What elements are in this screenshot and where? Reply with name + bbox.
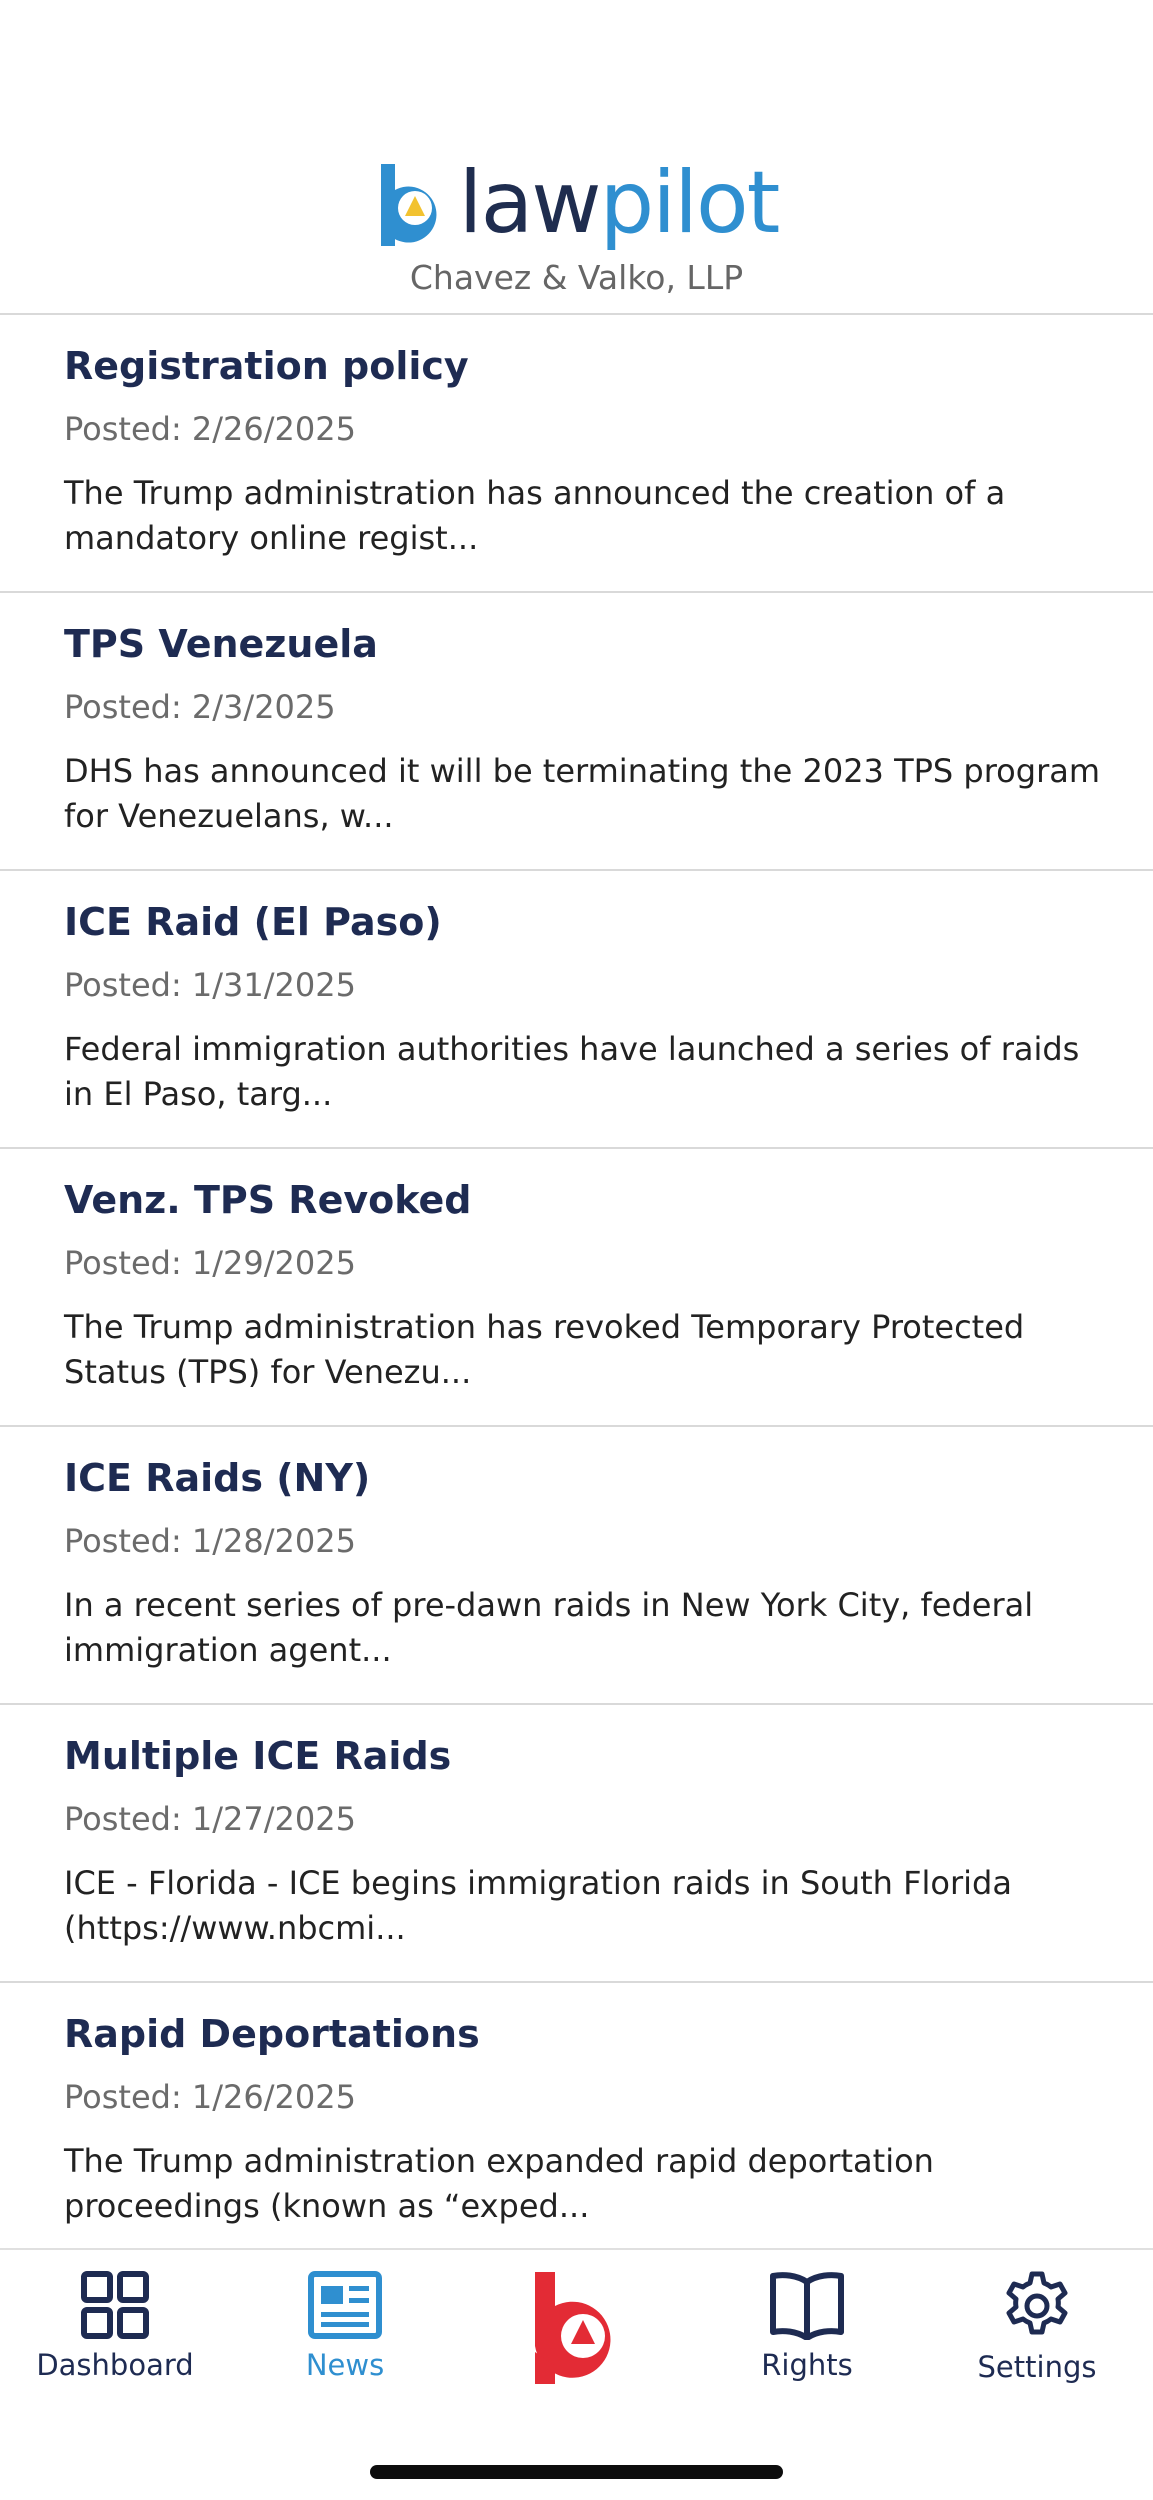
news-item[interactable]: TPS Venezuela Posted: 2/3/2025 DHS has a… — [0, 593, 1153, 871]
tab-dashboard[interactable]: Dashboard — [15, 2270, 215, 2382]
news-item-title: Rapid Deportations — [64, 2012, 480, 2056]
book-icon — [770, 2272, 844, 2340]
lawpilot-logo-icon — [380, 164, 437, 246]
tab-settings[interactable]: Settings — [937, 2270, 1137, 2384]
news-item-title: Multiple ICE Raids — [64, 1734, 452, 1778]
news-item-excerpt: The Trump administration has announced t… — [64, 474, 1006, 557]
news-item[interactable]: ICE Raid (El Paso) Posted: 1/31/2025 Fed… — [0, 871, 1153, 1149]
news-item-date: Posted: 1/29/2025 — [64, 1244, 356, 1282]
tab-news-label: News — [305, 2348, 385, 2382]
news-item-excerpt: ICE - Florida - ICE begins immigration r… — [64, 1864, 1012, 1947]
tab-rights-label: Rights — [761, 2348, 853, 2382]
news-item-title: TPS Venezuela — [64, 622, 378, 666]
news-item[interactable]: Multiple ICE Raids Posted: 1/27/2025 ICE… — [0, 1705, 1153, 1983]
news-item-title: ICE Raids (NY) — [64, 1456, 371, 1500]
news-item-date: Posted: 1/28/2025 — [64, 1522, 356, 1560]
tab-dashboard-label: Dashboard — [36, 2348, 194, 2382]
logo-word-law: law — [458, 153, 602, 253]
home-indicator[interactable] — [370, 2465, 783, 2479]
firm-name: Chavez & Valko, LLP — [409, 258, 744, 297]
tab-rights[interactable]: Rights — [707, 2270, 907, 2382]
tab-home-logo[interactable] — [477, 2270, 677, 2386]
news-item-title: Registration policy — [64, 344, 469, 388]
app-header: lawpilot Chavez & Valko, LLP — [0, 0, 1153, 315]
gear-icon — [1006, 2271, 1068, 2335]
tab-news[interactable]: News — [245, 2270, 445, 2382]
news-item[interactable]: Rapid Deportations Posted: 1/26/2025 The… — [0, 1983, 1153, 2261]
news-list: Registration policy Posted: 2/26/2025 Th… — [0, 315, 1153, 2261]
news-item-excerpt: The Trump administration has revoked Tem… — [64, 1308, 1025, 1391]
news-item-excerpt: DHS has announced it will be terminating… — [64, 752, 1100, 835]
news-item-excerpt: In a recent series of pre-dawn raids in … — [64, 1586, 1034, 1669]
logo-word-pilot: pilot — [599, 153, 781, 253]
news-item-title: Venz. TPS Revoked — [64, 1178, 472, 1222]
news-item-date: Posted: 1/31/2025 — [64, 966, 356, 1004]
news-item-date: Posted: 1/27/2025 — [64, 1800, 356, 1838]
newspaper-icon — [308, 2271, 382, 2339]
news-item[interactable]: Venz. TPS Revoked Posted: 1/29/2025 The … — [0, 1149, 1153, 1427]
news-item-date: Posted: 2/26/2025 — [64, 410, 356, 448]
grid-icon — [81, 2271, 149, 2339]
news-item-title: ICE Raid (El Paso) — [64, 900, 442, 944]
news-item[interactable]: ICE Raids (NY) Posted: 1/28/2025 In a re… — [0, 1427, 1153, 1705]
lawpilot-logo-icon — [535, 2272, 611, 2384]
lawpilot-logo: lawpilot — [0, 160, 1153, 246]
news-item-excerpt: Federal immigration authorities have lau… — [64, 1030, 1080, 1113]
news-item[interactable]: Registration policy Posted: 2/26/2025 Th… — [0, 315, 1153, 593]
bottom-tab-bar: Dashboard News Rights Settings — [0, 2248, 1153, 2500]
news-item-date: Posted: 2/3/2025 — [64, 688, 336, 726]
news-item-excerpt: The Trump administration expanded rapid … — [64, 2142, 934, 2225]
tab-settings-label: Settings — [977, 2350, 1097, 2384]
news-item-date: Posted: 1/26/2025 — [64, 2078, 356, 2116]
